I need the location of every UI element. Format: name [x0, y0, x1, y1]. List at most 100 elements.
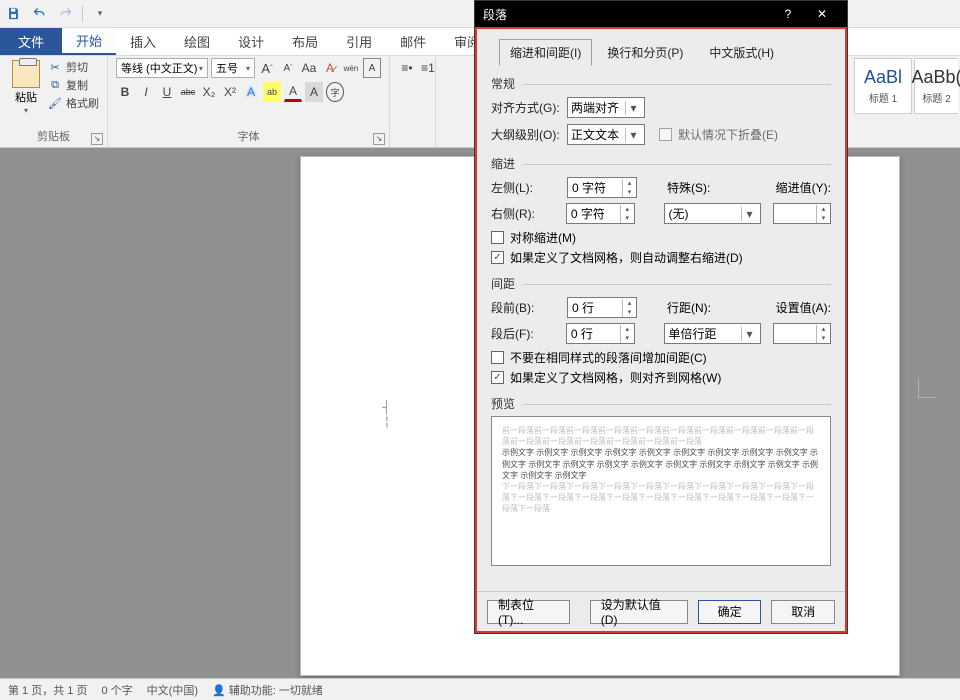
tab-file[interactable]: 文件: [0, 28, 62, 55]
font-launcher[interactable]: ↘: [373, 133, 385, 145]
at-label: 设置值(A):: [776, 299, 831, 316]
text-effects-button[interactable]: A: [242, 82, 260, 102]
line-spacing-label: 行距(N):: [667, 299, 727, 316]
snap-grid-checkbox[interactable]: ✓: [491, 371, 504, 384]
help-button[interactable]: ?: [771, 1, 805, 27]
chevron-down-icon: ▾: [625, 128, 641, 142]
numbering-button[interactable]: ≡1: [419, 58, 437, 78]
spin-up-icon[interactable]: ▴: [621, 205, 634, 214]
tab-layout[interactable]: 布局: [278, 28, 332, 55]
spin-down-icon[interactable]: ▾: [621, 334, 634, 343]
font-color-button[interactable]: A: [284, 82, 302, 102]
bullets-button[interactable]: ≡•: [398, 58, 416, 78]
at-spinner[interactable]: ▴▾: [773, 323, 831, 344]
status-bar: 第 1 页，共 1 页 0 个字 中文(中国) 👤 辅助功能: 一切就绪: [0, 678, 960, 700]
tab-home[interactable]: 开始: [62, 28, 116, 55]
tab-references[interactable]: 引用: [332, 28, 386, 55]
decrease-font-button[interactable]: Aˇ: [279, 58, 297, 78]
font-name-combo[interactable]: 等线 (中文正文)▾: [116, 58, 208, 78]
style-heading2[interactable]: AaBb( 标题 2: [914, 58, 958, 114]
font-size-combo[interactable]: 五号▾: [211, 58, 255, 78]
group-font: 等线 (中文正文)▾ 五号▾ Aˆ Aˇ Aa A̷ wén A B I U a…: [108, 56, 390, 147]
subscript-button[interactable]: X₂: [200, 82, 218, 102]
font-label: 字体: [238, 131, 260, 143]
no-space-same-style-checkbox[interactable]: [491, 351, 504, 364]
tab-line-page-breaks[interactable]: 换行和分页(P): [596, 39, 694, 66]
tab-insert[interactable]: 插入: [116, 28, 170, 55]
status-words[interactable]: 0 个字: [101, 682, 132, 698]
italic-button[interactable]: I: [137, 82, 155, 102]
indent-right-label: 右侧(R):: [491, 205, 560, 222]
tabs-button[interactable]: 制表位(T)...: [487, 600, 570, 624]
alignment-combo[interactable]: 两端对齐▾: [567, 97, 645, 118]
outline-combo[interactable]: 正文文本▾: [567, 124, 645, 145]
tab-mailings[interactable]: 邮件: [386, 28, 440, 55]
spin-up-icon[interactable]: ▴: [623, 179, 636, 188]
tab-chinese-layout[interactable]: 中文版式(H): [698, 39, 785, 66]
spin-up-icon[interactable]: ▴: [817, 325, 830, 334]
spin-down-icon[interactable]: ▾: [623, 188, 636, 197]
clipboard-launcher[interactable]: ↘: [91, 133, 103, 145]
increase-font-button[interactable]: Aˆ: [258, 58, 276, 78]
by-label: 缩进值(Y):: [776, 179, 831, 196]
status-accessibility[interactable]: 👤 辅助功能: 一切就绪: [212, 682, 323, 698]
style-heading1[interactable]: AaBl 标题 1: [854, 58, 912, 114]
customize-qat-icon[interactable]: ▾: [91, 5, 109, 23]
strike-button[interactable]: abc: [179, 82, 197, 102]
section-spacing: 间距: [491, 275, 831, 292]
copy-button[interactable]: ⧉复制: [48, 76, 99, 94]
mirror-indent-label: 对称缩进(M): [510, 229, 576, 246]
tab-design[interactable]: 设计: [224, 28, 278, 55]
spin-up-icon[interactable]: ▴: [623, 299, 636, 308]
clear-formatting-button[interactable]: A̷: [321, 58, 339, 78]
brush-icon: 🖌: [48, 96, 62, 110]
spin-up-icon[interactable]: ▴: [621, 325, 634, 334]
set-default-button[interactable]: 设为默认值(D): [590, 600, 688, 624]
cut-button[interactable]: ✂剪切: [48, 58, 99, 76]
dialog-tabs: 缩进和间距(I) 换行和分页(P) 中文版式(H): [491, 33, 831, 66]
indent-right-spinner[interactable]: 0 字符▴▾: [566, 203, 635, 224]
scissors-icon: ✂: [48, 60, 62, 74]
status-language[interactable]: 中文(中国): [147, 682, 198, 698]
format-painter-button[interactable]: 🖌格式刷: [48, 94, 99, 112]
space-before-spinner[interactable]: 0 行▴▾: [567, 297, 637, 318]
status-page[interactable]: 第 1 页，共 1 页: [8, 682, 87, 698]
highlight-button[interactable]: ab: [263, 82, 281, 102]
save-icon[interactable]: [4, 5, 22, 23]
margin-corner-icon: [918, 378, 936, 398]
superscript-button[interactable]: X²: [221, 82, 239, 102]
spin-down-icon[interactable]: ▾: [623, 308, 636, 317]
auto-adjust-checkbox[interactable]: ✓: [491, 251, 504, 264]
indent-left-spinner[interactable]: 0 字符▴▾: [567, 177, 637, 198]
tab-draw[interactable]: 绘图: [170, 28, 224, 55]
group-clipboard: 粘贴 ▾ ✂剪切 ⧉复制 🖌格式刷 剪贴板↘: [0, 56, 108, 147]
spin-down-icon[interactable]: ▾: [817, 214, 830, 223]
special-combo[interactable]: (无)▾: [664, 203, 761, 224]
spin-down-icon[interactable]: ▾: [817, 334, 830, 343]
undo-icon[interactable]: [30, 5, 48, 23]
spin-down-icon[interactable]: ▾: [621, 214, 634, 223]
cancel-button[interactable]: 取消: [771, 600, 835, 624]
preview-box: 前一段落前一段落前一段落前一段落前一段落前一段落前一段落前一段落前一段落前一段落…: [491, 416, 831, 566]
space-after-spinner[interactable]: 0 行▴▾: [566, 323, 635, 344]
dialog-titlebar[interactable]: 段落 ? ✕: [475, 1, 847, 27]
bold-button[interactable]: B: [116, 82, 134, 102]
cursor-icon: ┤ ¦: [382, 400, 391, 428]
spin-up-icon[interactable]: ▴: [817, 205, 830, 214]
enclose-char-button[interactable]: 字: [326, 82, 344, 102]
tab-indent-spacing[interactable]: 缩进和间距(I): [499, 39, 592, 66]
line-spacing-combo[interactable]: 单倍行距▾: [664, 323, 761, 344]
paste-menu-icon[interactable]: ▾: [24, 106, 28, 115]
group-paragraph: ≡• ≡1: [390, 56, 436, 147]
char-border-button[interactable]: A: [363, 58, 381, 78]
ok-button[interactable]: 确定: [698, 600, 762, 624]
underline-button[interactable]: U: [158, 82, 176, 102]
close-button[interactable]: ✕: [805, 1, 839, 27]
mirror-indent-checkbox[interactable]: [491, 231, 504, 244]
char-shading-button[interactable]: A: [305, 82, 323, 102]
paste-button[interactable]: 粘贴 ▾: [8, 58, 44, 117]
change-case-button[interactable]: Aa: [300, 58, 318, 78]
by-spinner[interactable]: ▴▾: [773, 203, 831, 224]
redo-icon[interactable]: [56, 5, 74, 23]
phonetic-guide-button[interactable]: wén: [342, 58, 360, 78]
